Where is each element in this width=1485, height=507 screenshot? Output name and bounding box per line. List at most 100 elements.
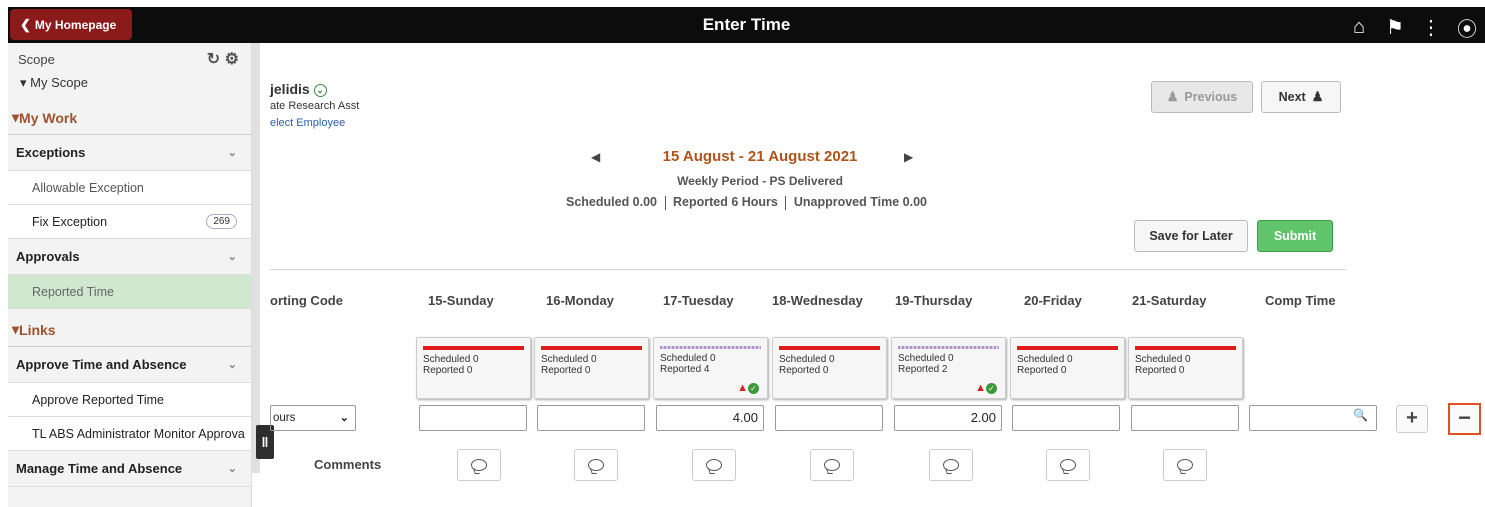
approvals-label: Approvals (16, 249, 80, 264)
card-scheduled: Scheduled 0 (541, 354, 597, 365)
card-scheduled: Scheduled 0 (1135, 354, 1191, 365)
sidebar-scrollbar[interactable] (252, 43, 260, 473)
top-icon-group: ⌂ ⚑ ⋮ ⦿ (1341, 13, 1485, 42)
schedule-stripe (541, 346, 642, 350)
save-for-later-button[interactable]: Save for Later (1134, 220, 1248, 252)
speech-bubble-icon (1177, 459, 1193, 471)
sidebar-item-approve-reported-time[interactable]: Approve Reported Time (8, 383, 251, 417)
sidebar-item-fix-exception[interactable]: Fix Exception 269 (8, 205, 251, 239)
hours-input[interactable] (419, 405, 527, 431)
card-reported: Reported 0 (541, 365, 591, 376)
warning-icon: ▲ (975, 382, 986, 394)
hours-input[interactable]: 4.00 (656, 405, 764, 431)
group-exceptions[interactable]: Exceptions ⌄ (8, 135, 251, 171)
flag-icon[interactable]: ⚑ (1377, 15, 1413, 40)
comments-label: Comments (314, 457, 382, 472)
day-summary-card[interactable]: Scheduled 0 Reported 2 ▲ ✓ (891, 337, 1006, 399)
day-summary-card[interactable]: Scheduled 0 Reported 0 (772, 337, 887, 399)
add-row-button[interactable]: + (1396, 405, 1428, 433)
reporting-code-header: orting Code (270, 293, 343, 308)
my-scope-item[interactable]: ▾ My Scope (8, 75, 251, 97)
day-header: 21-Saturday (1132, 293, 1207, 308)
day-summary-card[interactable]: Scheduled 0 Reported 4 ▲ ✓ (653, 337, 768, 399)
hours-input[interactable] (537, 405, 645, 431)
previous-label: Previous (1184, 90, 1238, 104)
search-icon[interactable]: 🔍 (1353, 408, 1368, 422)
day-header: 18-Wednesday (772, 293, 863, 308)
card-scheduled: Scheduled 0 (423, 354, 479, 365)
expand-circle-icon[interactable]: ⌄ (313, 83, 327, 97)
check-icon: ✓ (748, 383, 759, 394)
day-header: 20-Friday (1024, 293, 1082, 308)
check-icon: ✓ (986, 383, 997, 394)
comment-button[interactable] (574, 449, 618, 481)
employee-title: ate Research Asst (270, 100, 360, 112)
day-header: 15-Sunday (428, 293, 494, 308)
status-icons: ▲ ✓ (737, 382, 759, 394)
time-reporting-code-select[interactable]: ours ⌄ (270, 405, 356, 431)
schedule-stripe (1135, 346, 1236, 350)
fix-exception-label: Fix Exception (32, 214, 108, 229)
section-my-work[interactable]: ▾ My Work (8, 97, 251, 135)
day-summary-card[interactable]: Scheduled 0 Reported 0 (1010, 337, 1125, 399)
approve-time-label: Approve Time and Absence (16, 357, 187, 372)
manage-time-label: Manage Time and Absence (16, 461, 183, 476)
sidebar-item-reported-time[interactable]: Reported Time (8, 275, 251, 309)
select-employee-link[interactable]: elect Employee (270, 117, 345, 129)
group-manage-time[interactable]: Manage Time and Absence ⌄ (8, 451, 251, 487)
previous-button[interactable]: ♟ Previous (1151, 81, 1253, 113)
top-banner: ❮ My Homepage Enter Time ⌂ ⚑ ⋮ ⦿ (8, 7, 1485, 43)
schedule-stripe (660, 346, 761, 349)
speech-bubble-icon (706, 459, 722, 471)
day-summary-card[interactable]: Scheduled 0 Reported 0 (1128, 337, 1243, 399)
hours-input[interactable] (775, 405, 883, 431)
more-icon[interactable]: ⋮ (1413, 15, 1449, 40)
chevron-down-icon: ⌄ (339, 412, 349, 424)
schedule-stripe (898, 346, 999, 349)
card-reported: Reported 2 (898, 364, 948, 375)
scope-row: Scope ↻ ⚙ (8, 43, 251, 75)
employee-name: jelidis ⌄ (270, 81, 327, 97)
comment-button[interactable] (929, 449, 973, 481)
schedule-stripe (1017, 346, 1118, 350)
speech-bubble-icon (824, 459, 840, 471)
comment-button[interactable] (1046, 449, 1090, 481)
card-scheduled: Scheduled 0 (898, 353, 954, 364)
day-summary-card[interactable]: Scheduled 0 Reported 0 (534, 337, 649, 399)
hours-input[interactable] (1131, 405, 1239, 431)
tl-abs-monitor-label: TL ABS Administrator Monitor Approva (32, 426, 245, 441)
card-reported: Reported 0 (1017, 365, 1067, 376)
submit-button[interactable]: Submit (1257, 220, 1333, 252)
my-work-label: My Work (19, 110, 78, 126)
compass-icon[interactable]: ⦿ (1449, 13, 1485, 42)
status-icons: ▲ ✓ (975, 382, 997, 394)
comment-button[interactable] (692, 449, 736, 481)
delete-row-button[interactable]: − (1448, 403, 1481, 435)
hours-input[interactable] (1012, 405, 1120, 431)
section-links[interactable]: ▾ Links (8, 309, 251, 347)
comp-time-header: Comp Time (1265, 293, 1336, 308)
comment-button[interactable] (810, 449, 854, 481)
scope-label: Scope (18, 51, 55, 67)
day-header: 17-Tuesday (663, 293, 734, 308)
group-approve-time[interactable]: Approve Time and Absence ⌄ (8, 347, 251, 383)
sidebar-item-allowable-exception[interactable]: Allowable Exception (8, 171, 251, 205)
gear-icon[interactable]: ⚙ (225, 51, 239, 68)
comment-button[interactable] (1163, 449, 1207, 481)
comment-button[interactable] (457, 449, 501, 481)
day-summary-card[interactable]: Scheduled 0 Reported 0 (416, 337, 531, 399)
hours-input[interactable]: 2.00 (894, 405, 1002, 431)
refresh-icon[interactable]: ↻ (207, 51, 220, 68)
chevron-down-icon: ⌄ (227, 463, 237, 475)
group-approvals[interactable]: Approvals ⌄ (8, 239, 251, 275)
speech-bubble-icon (471, 459, 487, 471)
summary-divider (785, 195, 787, 210)
card-scheduled: Scheduled 0 (1017, 354, 1073, 365)
sidebar-item-tl-abs-monitor[interactable]: TL ABS Administrator Monitor Approva (8, 417, 251, 451)
home-icon[interactable]: ⌂ (1341, 16, 1377, 39)
next-button[interactable]: Next ♟ (1261, 81, 1341, 113)
person-icon: ♟ (1311, 89, 1324, 104)
reported-summary: Reported 6 Hours (672, 195, 778, 209)
period-type: Weekly Period - PS Delivered (677, 174, 843, 188)
unapproved-summary: Unapproved Time 0.00 (793, 195, 927, 209)
